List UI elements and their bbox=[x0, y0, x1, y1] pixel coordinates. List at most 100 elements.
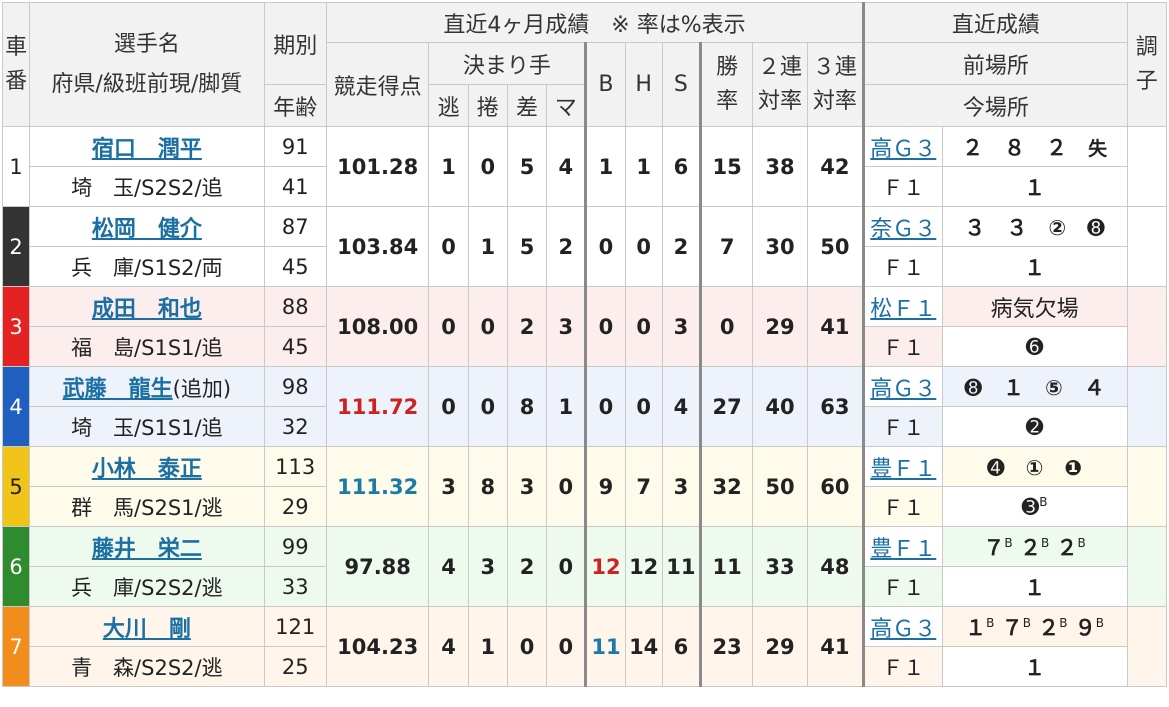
racer-term: 98 bbox=[263, 366, 327, 407]
cur-results: ➏ bbox=[941, 326, 1128, 367]
win-rate: 23 bbox=[700, 606, 754, 687]
prev-venue-cell: 豊Ｆ１ bbox=[863, 446, 943, 487]
rate2: 50 bbox=[752, 446, 808, 527]
kimarite-nige: 4 bbox=[428, 526, 469, 607]
kimarite-nige: 1 bbox=[428, 126, 469, 207]
stat-b: 11 bbox=[585, 606, 626, 687]
racer-score: 97.88 bbox=[325, 526, 430, 607]
stat-b: 0 bbox=[585, 286, 626, 367]
header-k-makuri: 捲 bbox=[467, 84, 508, 127]
prev-venue-link[interactable]: 豊Ｆ１ bbox=[870, 457, 936, 482]
racer-age: 41 bbox=[263, 166, 327, 207]
kimarite-nige: 0 bbox=[428, 366, 469, 447]
kimarite-makuri: 1 bbox=[467, 606, 508, 687]
win-rate: 32 bbox=[700, 446, 754, 527]
rate3: 50 bbox=[806, 206, 866, 287]
prev-results: ➑ １ ⑤ ４ bbox=[941, 366, 1128, 407]
racer-name-cell: 松岡 健介 bbox=[29, 206, 265, 247]
stat-s: 6 bbox=[661, 126, 703, 207]
racer-name-cell: 小林 泰正 bbox=[29, 446, 265, 487]
racer-row: 3 成田 和也 88 108.00 0 0 2 3 0 0 3 0 29 41 松Ｆ１ 病気欠場 bbox=[1, 286, 1168, 367]
racer-info: 青 森/S2S2/逃 bbox=[29, 646, 265, 687]
header-prev-venue: 前場所 bbox=[863, 42, 1128, 85]
stat-h: 12 bbox=[624, 526, 663, 607]
header-k-mark: マ bbox=[546, 84, 588, 127]
condition-cell bbox=[1126, 366, 1168, 447]
rate3: 48 bbox=[806, 526, 866, 607]
kimarite-mark: 0 bbox=[546, 446, 588, 527]
racer-row: 7 大川 剛 121 104.23 4 1 0 0 11 14 6 23 29 41 高Ｇ３ １B ７B ２B… bbox=[1, 606, 1168, 687]
header-cur-venue: 今場所 bbox=[863, 84, 1128, 127]
prev-venue-cell: 奈Ｇ３ bbox=[863, 206, 943, 247]
header-rate3: ３連 対率 bbox=[806, 42, 866, 127]
rate2: 29 bbox=[752, 606, 808, 687]
kimarite-sashi: 5 bbox=[506, 126, 548, 207]
racer-row: 2 松岡 健介 87 103.84 0 1 5 2 0 0 2 7 30 50 奈Ｇ３ ３ ３ ② ➑ bbox=[1, 206, 1168, 287]
racer-name-link[interactable]: 大川 剛 bbox=[103, 617, 191, 642]
racer-age: 32 bbox=[263, 406, 327, 447]
racer-row: 1 宿口 潤平 91 101.28 1 0 5 4 1 1 6 15 38 42 高Ｇ３ ２ ８ ２ 失 bbox=[1, 126, 1168, 207]
header-score: 競走得点 bbox=[325, 42, 430, 127]
racer-name-link[interactable]: 武藤 龍生 bbox=[63, 377, 173, 402]
prev-venue-link[interactable]: 松Ｆ１ bbox=[870, 297, 936, 322]
header-age: 年齢 bbox=[263, 84, 327, 127]
racer-info: 兵 庫/S2S2/逃 bbox=[29, 566, 265, 607]
stat-h: 7 bbox=[624, 446, 663, 527]
racer-term: 87 bbox=[263, 206, 327, 247]
cur-venue: Ｆ１ bbox=[863, 246, 943, 287]
racer-score: 101.28 bbox=[325, 126, 430, 207]
car-number: 1 bbox=[1, 126, 31, 207]
win-rate: 0 bbox=[700, 286, 754, 367]
rate2: 33 bbox=[752, 526, 808, 607]
racer-term: 91 bbox=[263, 126, 327, 167]
header-rate2: ２連 対率 bbox=[752, 42, 808, 127]
stat-h: 1 bbox=[624, 126, 663, 207]
prev-venue-link[interactable]: 高Ｇ３ bbox=[870, 377, 936, 402]
racer-name-link[interactable]: 小林 泰正 bbox=[92, 457, 202, 482]
cur-results: ➋ bbox=[941, 406, 1128, 447]
racer-term: 88 bbox=[263, 286, 327, 327]
racer-name-link[interactable]: 藤井 栄二 bbox=[92, 537, 202, 562]
kimarite-sashi: 2 bbox=[506, 526, 548, 607]
prev-results: ３ ３ ② ➑ bbox=[941, 206, 1128, 247]
kimarite-nige: 3 bbox=[428, 446, 469, 527]
stat-b: 0 bbox=[585, 366, 626, 447]
racer-score: 111.72 bbox=[325, 366, 430, 447]
condition-cell bbox=[1126, 286, 1168, 367]
kimarite-mark: 0 bbox=[546, 606, 588, 687]
cur-venue: Ｆ１ bbox=[863, 326, 943, 367]
kimarite-nige: 4 bbox=[428, 606, 469, 687]
car-number: 2 bbox=[1, 206, 31, 287]
cur-venue: Ｆ１ bbox=[863, 646, 943, 687]
stat-b: 1 bbox=[585, 126, 626, 207]
car-number: 3 bbox=[1, 286, 31, 367]
racer-extra-note: (追加) bbox=[172, 376, 232, 401]
rate3: 42 bbox=[806, 126, 866, 207]
rate3: 41 bbox=[806, 286, 866, 367]
prev-venue-cell: 高Ｇ３ bbox=[863, 126, 943, 167]
stat-s: 3 bbox=[661, 446, 703, 527]
win-rate: 11 bbox=[700, 526, 754, 607]
stat-b: 0 bbox=[585, 206, 626, 287]
rate3: 63 bbox=[806, 366, 866, 447]
header-k-sashi: 差 bbox=[506, 84, 548, 127]
prev-venue-link[interactable]: 高Ｇ３ bbox=[870, 617, 936, 642]
racer-age: 45 bbox=[263, 326, 327, 367]
prev-venue-link[interactable]: 豊Ｆ１ bbox=[870, 537, 936, 562]
header-h: H bbox=[624, 42, 663, 127]
race-table: 車 番 選手名 府県/級班前現/脚質 期別 直近4ヶ月成績 ※ 率は%表示 直近… bbox=[1, 2, 1168, 687]
racer-term: 121 bbox=[263, 606, 327, 647]
prev-results: 病気欠場 bbox=[941, 286, 1128, 327]
rate2: 40 bbox=[752, 366, 808, 447]
racer-name-link[interactable]: 松岡 健介 bbox=[92, 217, 202, 242]
stat-h: 0 bbox=[624, 286, 663, 367]
racer-score: 108.00 bbox=[325, 286, 430, 367]
condition-cell bbox=[1126, 606, 1168, 687]
cur-venue: Ｆ１ bbox=[863, 166, 943, 207]
racer-name-link[interactable]: 成田 和也 bbox=[92, 297, 202, 322]
cur-results: ➌B bbox=[941, 486, 1128, 527]
racer-name-link[interactable]: 宿口 潤平 bbox=[92, 137, 202, 162]
prev-venue-link[interactable]: 奈Ｇ３ bbox=[870, 217, 936, 242]
prev-venue-link[interactable]: 高Ｇ３ bbox=[870, 137, 936, 162]
prev-results: ２ ８ ２ 失 bbox=[941, 126, 1128, 167]
